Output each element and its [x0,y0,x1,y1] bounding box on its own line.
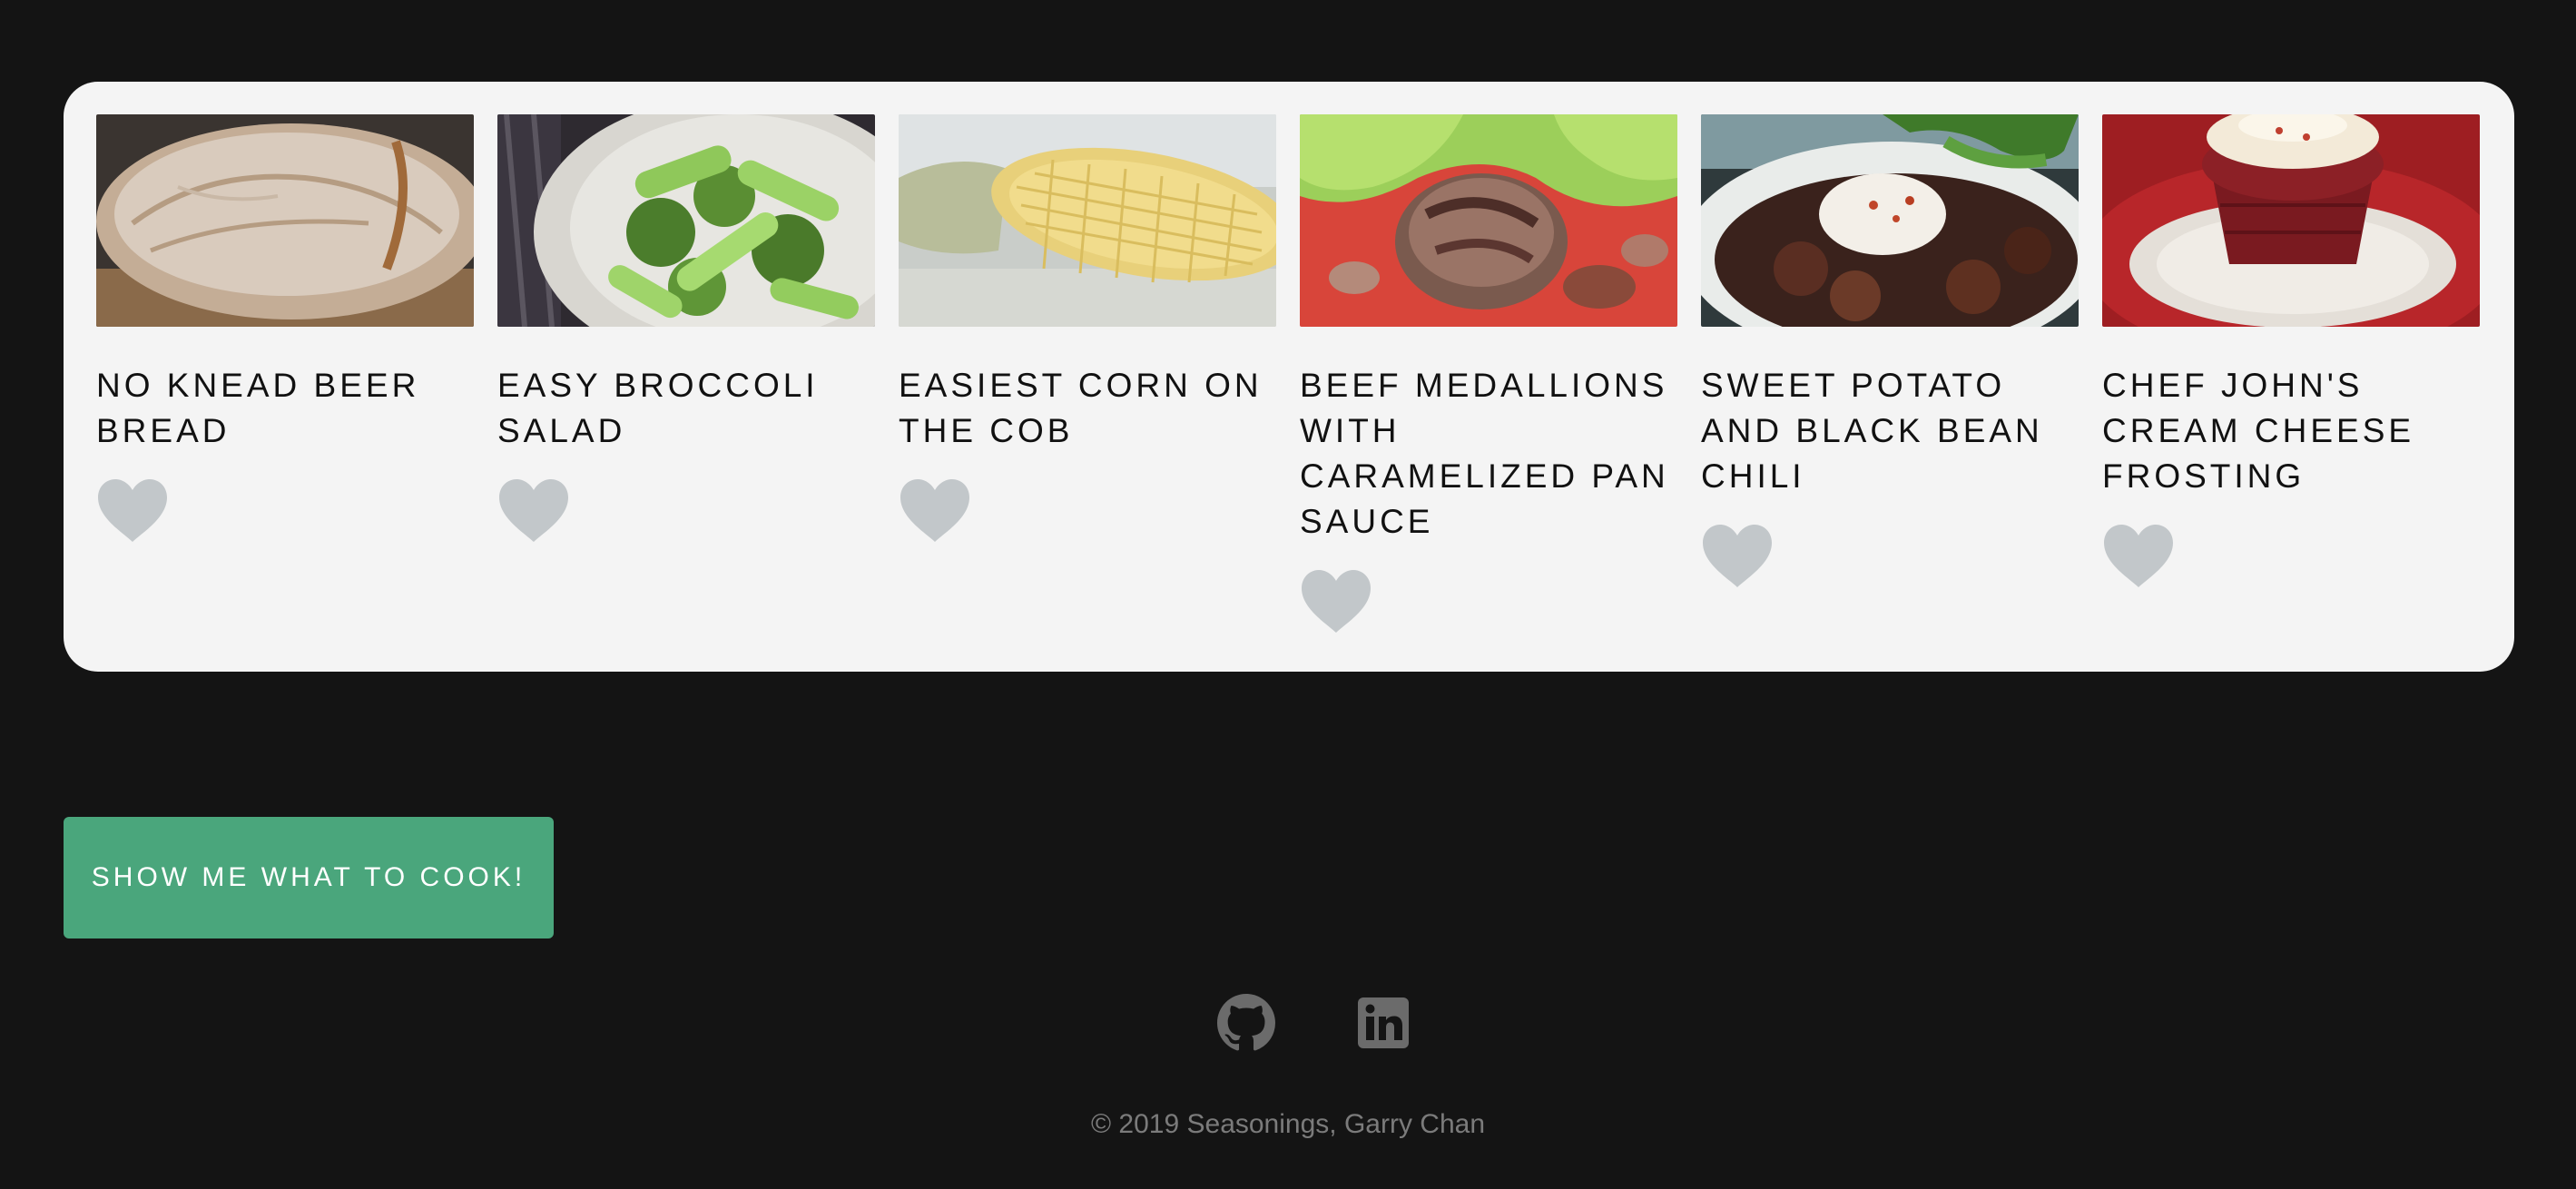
recipe-card[interactable]: No Knead Beer Bread [96,114,474,544]
recipe-title[interactable]: Sweet Potato and Black Bean Chili [1701,363,2079,499]
recipe-title[interactable]: Easiest Corn on the Cob [899,363,1276,454]
recipe-title[interactable]: Chef John's Cream Cheese Frosting [2102,363,2480,499]
recipe-card[interactable]: Easy Broccoli Salad [497,114,875,544]
favorite-heart-icon[interactable] [897,477,973,544]
recipe-card[interactable]: Chef John's Cream Cheese Frosting [2102,114,2480,589]
cupcake-photo-icon[interactable] [2102,114,2480,327]
bread-photo-icon[interactable] [96,114,474,327]
broccoli-salad-photo-icon[interactable] [497,114,875,327]
github-icon[interactable] [1217,994,1275,1052]
recipe-title[interactable]: No Knead Beer Bread [96,363,474,454]
chili-photo-icon[interactable] [1701,114,2079,327]
recipe-results-panel: No Knead Beer Bread [64,82,2514,672]
beef-medallions-photo-icon[interactable] [1300,114,1677,327]
favorite-heart-icon[interactable] [496,477,572,544]
favorite-heart-icon[interactable] [1298,567,1374,634]
linkedin-icon[interactable] [1354,994,1412,1052]
show-me-what-to-cook-button[interactable]: Show me what to cook! [64,817,554,938]
recipe-title[interactable]: Beef Medallions with Caramelized Pan Sau… [1300,363,1677,545]
corn-photo-icon[interactable] [899,114,1276,327]
footer-copyright: © 2019 Seasonings, Garry Chan [1090,1109,1486,1139]
favorite-heart-icon[interactable] [94,477,171,544]
recipe-card[interactable]: Beef Medallions with Caramelized Pan Sau… [1300,114,1677,634]
favorite-heart-icon[interactable] [2100,522,2177,589]
favorite-heart-icon[interactable] [1699,522,1775,589]
recipe-title[interactable]: Easy Broccoli Salad [497,363,875,454]
recipe-card[interactable]: Easiest Corn on the Cob [899,114,1276,544]
recipe-card[interactable]: Sweet Potato and Black Bean Chili [1701,114,2079,589]
